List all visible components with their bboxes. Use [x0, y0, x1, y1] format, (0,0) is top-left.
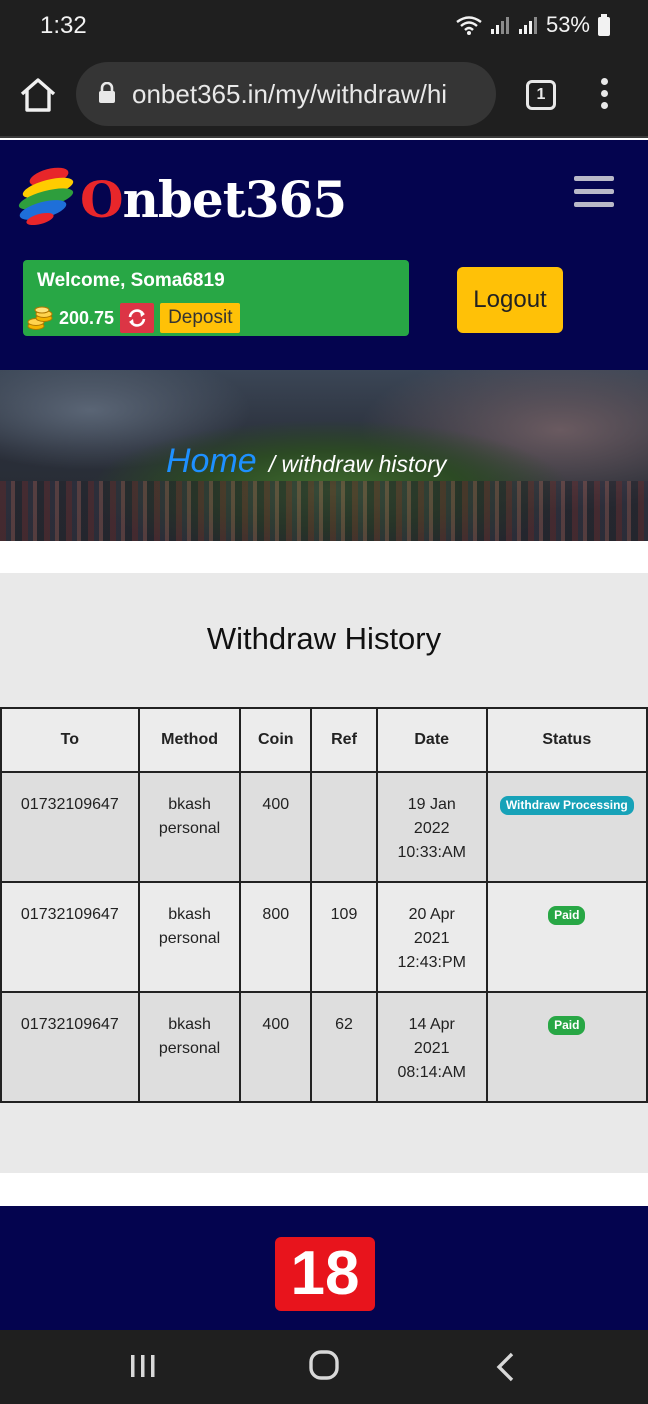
cell-date: 19 Jan 2022 10:33:AM — [375, 771, 488, 883]
date-year: 2022 — [413, 820, 450, 837]
status-badge: Paid — [548, 906, 586, 925]
signal-icon-2 — [518, 17, 537, 34]
date-time: 12:43:PM — [397, 954, 466, 971]
method-type: personal — [158, 930, 221, 947]
method-name: bkash — [168, 1016, 211, 1033]
page-title: Withdraw History — [206, 621, 442, 656]
system-home-icon[interactable] — [309, 1350, 339, 1380]
lock-icon — [99, 82, 115, 103]
battery-percent: 53% — [545, 12, 590, 37]
method-name: bkash — [168, 796, 211, 813]
logo-initial: O — [80, 170, 124, 229]
url-text: onbet365.in/my/withdraw/hi — [132, 79, 448, 109]
cell-date: 20 Apr 2021 12:43:PM — [375, 881, 488, 993]
site-header: Onbet365 Welcome, Soma6819 200.75 Deposi… — [0, 140, 648, 370]
welcome-text: Welcome, Soma6819 — [37, 270, 225, 291]
site-footer: 18 — [0, 1206, 648, 1330]
back-icon[interactable] — [494, 1352, 518, 1382]
cell-coin: 400 — [239, 771, 313, 883]
cell-to: 01732109647 — [0, 881, 140, 993]
address-bar[interactable]: onbet365.in/my/withdraw/hi — [76, 62, 496, 126]
date-time: 08:14:AM — [397, 1064, 466, 1081]
date-day: 20 Apr — [408, 906, 455, 923]
browser-toolbar: onbet365.in/my/withdraw/hi 1 — [0, 52, 648, 138]
date-time: 10:33:AM — [397, 844, 466, 861]
column-header-method: Method — [137, 707, 242, 773]
refresh-icon — [128, 309, 146, 327]
cell-method: bkash personal — [137, 991, 242, 1103]
balance-row: 200.75 Deposit — [27, 303, 241, 333]
date-year: 2021 — [413, 930, 450, 947]
breadcrumb-current: / withdraw history — [268, 451, 447, 477]
date-day: 14 Apr — [408, 1016, 455, 1033]
logout-button[interactable]: Logout — [457, 267, 563, 333]
column-header-date: Date — [375, 707, 488, 773]
deposit-button[interactable]: Deposit — [160, 303, 241, 333]
recent-apps-icon[interactable] — [130, 1354, 156, 1378]
cell-coin: 800 — [239, 881, 313, 993]
status-badge: Paid — [548, 1016, 586, 1035]
cell-status: Withdraw Processing — [485, 771, 648, 883]
column-header-status: Status — [485, 707, 648, 773]
age-restriction-badge: 18 — [275, 1237, 375, 1311]
cell-status: Paid — [485, 881, 648, 993]
signal-icon — [490, 17, 509, 34]
status-bar: 1:32 53% — [0, 0, 648, 52]
home-icon[interactable] — [18, 76, 58, 114]
column-header-coin: Coin — [239, 707, 313, 773]
wifi-icon — [456, 16, 482, 35]
table-row: 01732109647 bkash personal 400 19 Jan 2022… — [0, 771, 648, 883]
status-time: 1:32 — [40, 12, 87, 39]
system-nav-bar — [0, 1330, 648, 1404]
table-row: 01732109647 bkash personal 400 62 14 Apr 2… — [0, 991, 648, 1103]
column-header-ref: Ref — [310, 707, 378, 773]
breadcrumb: Home / withdraw history — [166, 442, 446, 481]
refresh-balance-button[interactable] — [120, 303, 155, 333]
status-badge: Withdraw Processing — [499, 796, 634, 815]
user-info-box: Welcome, Soma6819 200.75 Deposit — [23, 260, 409, 336]
more-menu-icon[interactable] — [596, 78, 612, 114]
hero-banner: Home / withdraw history — [0, 370, 648, 541]
stadium-background — [0, 481, 648, 541]
cell-to: 01732109647 — [0, 771, 140, 883]
coins-icon — [27, 306, 53, 330]
cell-ref — [310, 771, 378, 883]
cell-method: bkash personal — [137, 881, 242, 993]
withdraw-history-panel: Withdraw History To Method Coin Ref Date… — [0, 573, 648, 1173]
logo-text: Onbet365 — [80, 170, 348, 229]
table-row: 01732109647 bkash personal 800 109 20 Apr… — [0, 881, 648, 993]
method-type: personal — [158, 820, 221, 837]
table-header-row: To Method Coin Ref Date Status — [0, 707, 648, 773]
method-type: personal — [158, 1040, 221, 1057]
column-header-to: To — [0, 707, 140, 773]
logo-rest: nbet365 — [122, 170, 348, 229]
battery-icon — [598, 14, 610, 36]
cell-to: 01732109647 — [0, 991, 140, 1103]
cell-ref: 109 — [310, 881, 378, 993]
balance-value: 200.75 — [59, 307, 115, 328]
hamburger-menu-icon[interactable] — [574, 176, 614, 210]
breadcrumb-home-link[interactable]: Home — [166, 442, 257, 480]
method-name: bkash — [168, 906, 211, 923]
date-year: 2021 — [413, 1040, 450, 1057]
cell-status: Paid — [485, 991, 648, 1103]
cell-ref: 62 — [310, 991, 378, 1103]
tab-switcher-button[interactable]: 1 — [526, 80, 556, 110]
cell-coin: 400 — [239, 991, 313, 1103]
site-logo[interactable]: Onbet365 — [16, 164, 347, 234]
cell-date: 14 Apr 2021 08:14:AM — [375, 991, 488, 1103]
status-icons: 53% — [456, 12, 610, 38]
cell-method: bkash personal — [137, 771, 242, 883]
date-day: 19 Jan — [407, 796, 456, 813]
logo-ball-icon — [18, 167, 74, 226]
withdraw-history-table: To Method Coin Ref Date Status 017321096… — [0, 707, 648, 1103]
